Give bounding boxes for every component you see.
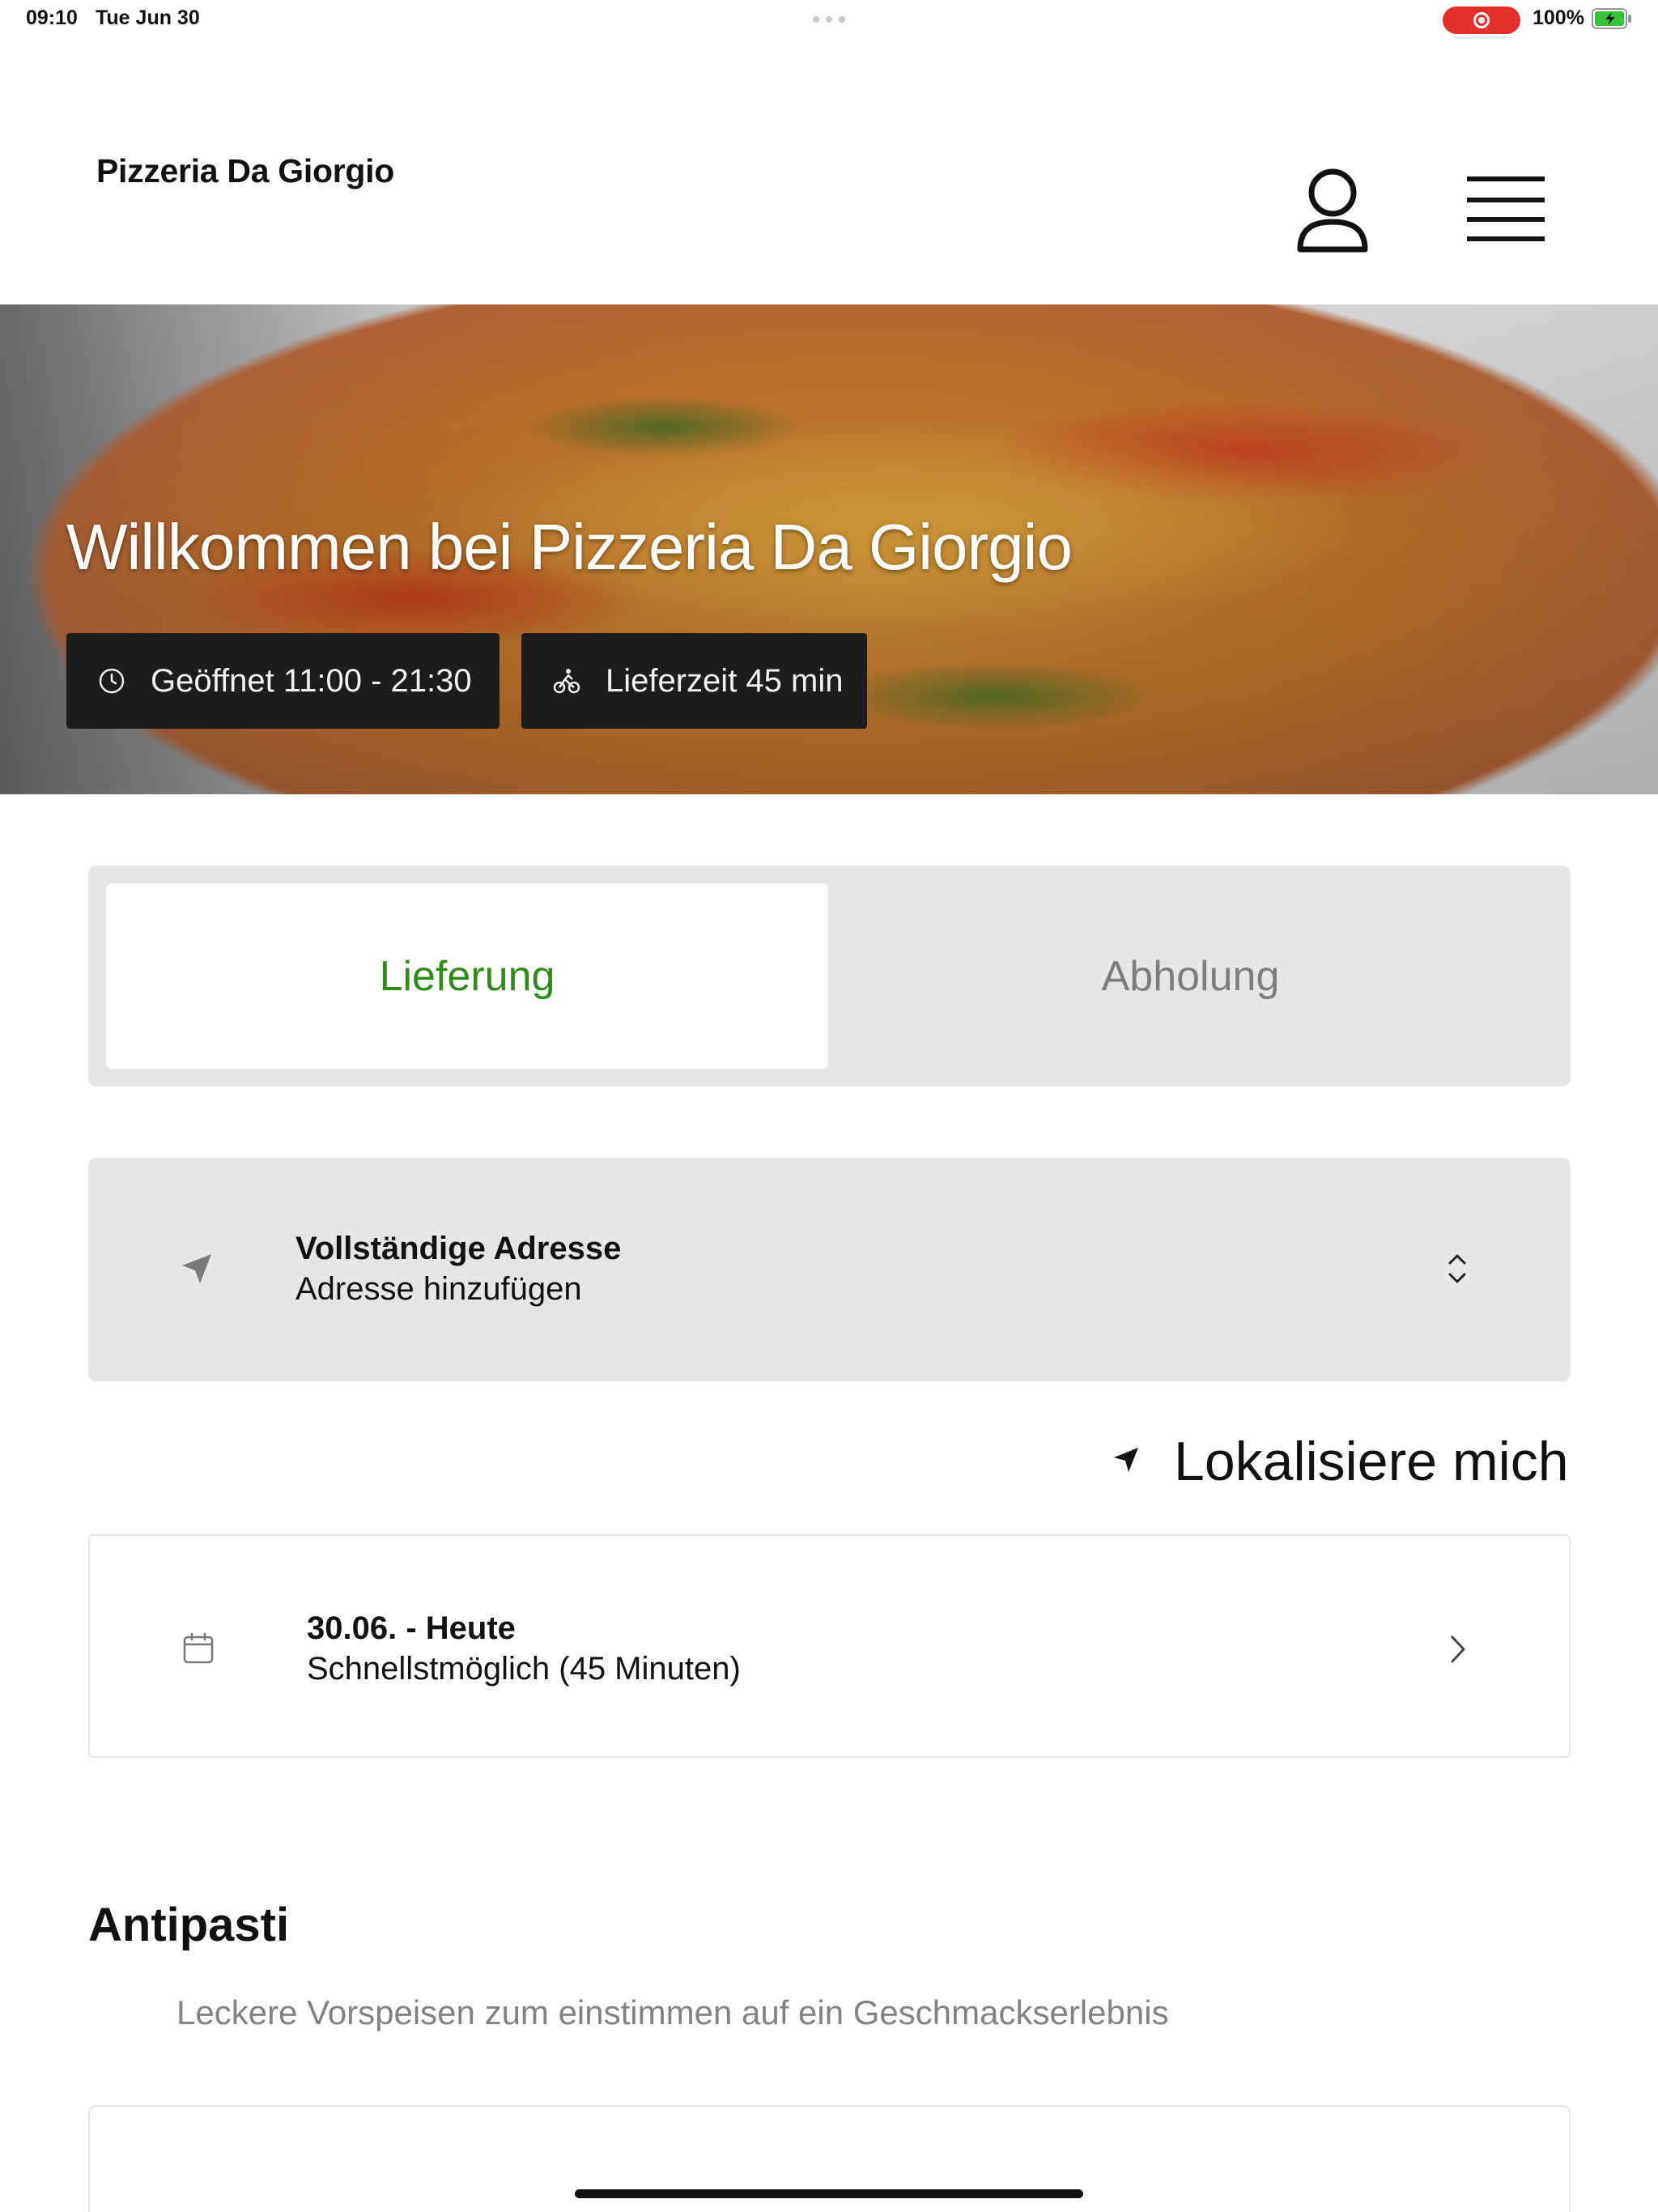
battery-charging-icon xyxy=(1592,8,1631,29)
multitasking-dots-icon[interactable] xyxy=(813,16,845,23)
delivery-time-text: Lieferzeit 45 min xyxy=(606,662,844,699)
calendar-icon xyxy=(183,1632,214,1664)
delivery-date-subtitle: Schnellstmöglich (45 Minuten) xyxy=(307,1651,741,1687)
tab-pickup[interactable]: Abholung xyxy=(828,883,1553,1069)
hero-banner: Willkommen bei Pizzeria Da Giorgio Geöff… xyxy=(0,304,1658,794)
delivery-date-title: 30.06. - Heute xyxy=(307,1610,516,1646)
chevron-up-down-icon xyxy=(1448,1254,1466,1283)
section-description: Leckere Vorspeisen zum einstimmen auf ei… xyxy=(176,1993,1169,2031)
tab-delivery[interactable]: Lieferung xyxy=(106,883,828,1069)
locate-me-label: Lokalisiere mich xyxy=(1174,1431,1569,1492)
screen-recording-icon[interactable] xyxy=(1443,6,1520,34)
location-arrow-icon xyxy=(182,1254,211,1283)
opening-hours-text: Geöffnet 11:00 - 21:30 xyxy=(151,662,472,699)
battery-percentage: 100% xyxy=(1533,6,1584,29)
address-selector[interactable]: Vollständige Adresse Adresse hinzufügen xyxy=(88,1158,1571,1381)
app-header: Pizzeria Da Giorgio xyxy=(0,39,1658,304)
hero-title: Willkommen bei Pizzeria Da Giorgio xyxy=(66,511,1073,583)
status-time: 09:10 xyxy=(26,6,78,29)
hamburger-menu-icon[interactable] xyxy=(1465,175,1546,243)
status-bar: 09:10 Tue Jun 30 100% xyxy=(0,0,1658,39)
locate-me-button[interactable]: Lokalisiere mich xyxy=(1107,1427,1572,1492)
chevron-right-icon xyxy=(1451,1636,1465,1663)
bicycle-icon xyxy=(553,669,580,694)
delivery-date-selector[interactable]: 30.06. - Heute Schnellstmöglich (45 Minu… xyxy=(88,1534,1571,1758)
location-arrow-icon xyxy=(1114,1448,1138,1472)
opening-hours-badge: Geöffnet 11:00 - 21:30 xyxy=(66,633,500,729)
brand-name[interactable]: Pizzeria Da Giorgio xyxy=(96,152,394,190)
home-indicator[interactable] xyxy=(575,2189,1083,2198)
delivery-time-badge: Lieferzeit 45 min xyxy=(521,633,867,729)
section-title: Antipasti xyxy=(88,1899,290,1951)
status-date: Tue Jun 30 xyxy=(96,6,200,29)
address-placeholder: Adresse hinzufügen xyxy=(295,1271,582,1307)
address-title: Vollständige Adresse xyxy=(295,1231,622,1266)
clock-icon xyxy=(99,668,125,694)
order-type-toggle: Lieferung Abholung xyxy=(88,866,1571,1087)
user-icon[interactable] xyxy=(1294,165,1371,256)
